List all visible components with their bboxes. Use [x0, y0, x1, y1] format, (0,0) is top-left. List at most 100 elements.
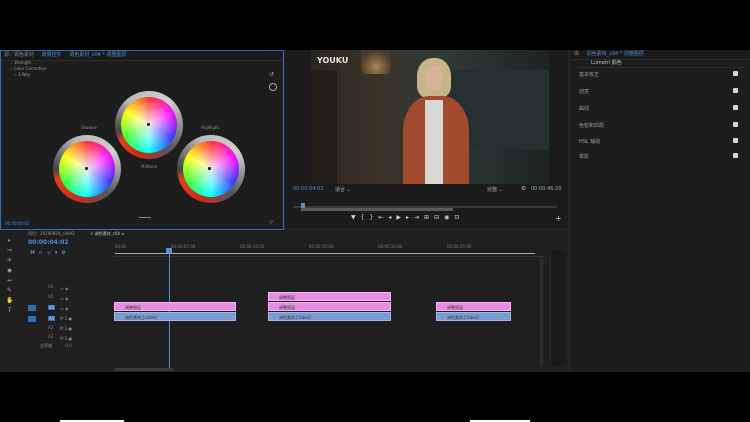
shadow-wheel-handle[interactable] — [85, 167, 88, 170]
adjustment-layer-clip-mid[interactable]: 调整图层 — [268, 302, 391, 311]
wrench-icon[interactable]: ⚙ — [521, 185, 526, 192]
basic-checkbox[interactable] — [733, 71, 738, 76]
timeline-tab[interactable]: × 调色素材_c04 ≡ — [90, 231, 125, 237]
fit-label: 适合 — [335, 187, 346, 193]
a3-controls[interactable]: M S ● — [60, 334, 72, 344]
track-v1-label[interactable]: V1 — [48, 305, 56, 310]
a1-controls[interactable]: M S ● — [60, 314, 72, 324]
go-to-in-icon[interactable]: ⇤ — [378, 214, 388, 221]
highlight-wheel[interactable] — [183, 141, 239, 197]
ec-scroll-indicator[interactable] — [139, 217, 151, 218]
video-clip-right[interactable]: 调色素材 [Video] — [436, 312, 511, 321]
curves-checkbox[interactable] — [733, 105, 738, 110]
razor-icon[interactable]: ◆ — [6, 267, 13, 274]
ripple-edit-icon[interactable]: ✛ — [6, 257, 13, 264]
track-v2-label[interactable]: V2 — [48, 294, 53, 299]
ec-row-3way: › 3-Way — [15, 72, 30, 77]
hsl-checkbox[interactable] — [733, 138, 738, 143]
vignette-checkbox[interactable] — [733, 153, 738, 158]
tab-library[interactable]: 库 — [571, 50, 582, 59]
timeline-timecode[interactable]: 00:00:04:02 — [28, 239, 69, 246]
effect-controls-panel: 源：调色素材 效果控件 调色素材_c04 * 调整图层 › Strength ›… — [0, 50, 284, 230]
adjustment-layer-clip-right[interactable]: 调整图层 — [436, 302, 511, 311]
track-a1-label[interactable]: A1 — [48, 316, 56, 321]
type-icon[interactable]: T — [6, 307, 13, 314]
toggle-icon[interactable]: › — [15, 72, 17, 77]
quality-dropdown[interactable]: 完整 ⌄ — [487, 186, 503, 193]
lumetri-section-creative[interactable]: 创意 — [579, 88, 589, 95]
hand-icon[interactable]: ✋ — [6, 297, 13, 304]
time-ruler[interactable]: 00:00 00:00:05:00 00:00:10:00 00:00:15:0… — [113, 244, 545, 257]
color-wheels-checkbox[interactable] — [733, 122, 738, 127]
ec-filter-icon[interactable]: ▽ — [269, 220, 273, 226]
reset-icon[interactable]: ↺ — [269, 71, 274, 78]
settings-icon[interactable]: ⊡ — [454, 214, 464, 221]
snap-icon[interactable]: ∩ — [39, 250, 47, 256]
shadow-wheel-ring[interactable] — [53, 135, 121, 203]
tab-lumetri-clip[interactable]: 调色素材_c04 * 调整图层 — [584, 50, 647, 59]
track-select-icon[interactable]: ⇒ — [6, 247, 13, 254]
play-icon[interactable]: ▶ — [396, 214, 406, 221]
video-clip-mid[interactable]: 调色素材 [Video] — [268, 312, 391, 321]
highlight-wheel-ring[interactable] — [177, 135, 245, 203]
mark-out-icon[interactable]: } — [369, 214, 378, 221]
linked-icon[interactable]: ∞ — [47, 250, 55, 256]
playhead-handle[interactable] — [166, 248, 172, 253]
creative-checkbox[interactable] — [733, 88, 738, 93]
camera-icon[interactable]: ◉ — [444, 214, 454, 221]
video-clip-left[interactable]: 调色素材_[video] — [114, 312, 236, 321]
fit-dropdown[interactable]: 适合 ⌄ — [335, 186, 351, 193]
go-to-out-icon[interactable]: ⇥ — [414, 214, 424, 221]
quality-label: 完整 — [487, 187, 498, 193]
work-area-bar[interactable] — [115, 253, 535, 254]
track-v3-label[interactable]: V3 — [48, 284, 53, 289]
monitor-current-time[interactable]: 00:00:04:02 — [293, 186, 324, 192]
adjustment-layer-clip-left[interactable]: 调整图层 — [114, 302, 236, 311]
extract-icon[interactable]: ⊟ — [434, 214, 444, 221]
step-forward-icon[interactable]: ▸ — [406, 214, 414, 221]
nest-icon[interactable]: ⌘ — [30, 250, 39, 256]
midtone-wheel-ring[interactable] — [115, 91, 183, 159]
tab-effect-controls[interactable]: 效果控件 — [39, 51, 65, 60]
track-a2-label[interactable]: A2 — [48, 325, 53, 330]
timeline-h-scrollbar[interactable] — [114, 368, 174, 371]
adjustment-layer-clip-mid-top[interactable]: 调整图层 — [268, 292, 391, 301]
in-out-range[interactable] — [301, 208, 453, 211]
lumetri-section-color-wheels[interactable]: 色轮和匹配 — [579, 122, 604, 129]
toggle-icon[interactable]: › — [11, 66, 13, 71]
source-a1-patch[interactable] — [28, 316, 36, 322]
wrench-icon[interactable]: ⚙ — [61, 250, 69, 256]
highlight-wheel-handle[interactable] — [208, 167, 211, 170]
ruler-tick-label: 00:00 — [115, 244, 127, 249]
add-button[interactable]: + — [555, 214, 562, 223]
timeline-v-scrollbar[interactable] — [540, 256, 543, 366]
track-toggle-icons: ▭ ◉ ▭ ◉ ▭ ◉ M S ● M S ● M S ● — [60, 284, 72, 344]
source-v1-patch[interactable] — [28, 305, 36, 311]
lift-icon[interactable]: ⊞ — [424, 214, 434, 221]
lumetri-section-hsl[interactable]: HSL 辅助 — [579, 138, 600, 145]
selection-tool-icon[interactable]: ▸ — [6, 237, 13, 244]
pen-icon[interactable]: ✎ — [6, 287, 13, 294]
v3-controls[interactable]: ▭ ◉ — [60, 284, 72, 294]
a2-controls[interactable]: M S ● — [60, 324, 72, 334]
track-a3-label[interactable]: A3 — [48, 334, 53, 339]
tab-source[interactable]: 源：调色素材 — [1, 51, 37, 60]
timeline-toolbar: ⌘∩∞▾⚙ — [30, 250, 70, 256]
v2-controls[interactable]: ▭ ◉ — [60, 294, 72, 304]
lumetri-section-curves[interactable]: 曲线 — [579, 105, 589, 112]
toggle-icon[interactable]: › — [11, 60, 13, 65]
slip-icon[interactable]: ↔ — [6, 277, 13, 284]
ec-row-strength: › Strength — [11, 60, 31, 65]
settings-circle-icon[interactable] — [269, 83, 277, 91]
add-marker-icon[interactable]: ▼ — [351, 214, 361, 221]
project-tab[interactable]: 项目：20190924_c4a92 — [28, 231, 75, 237]
close-icon[interactable]: × — [90, 231, 93, 236]
menu-icon[interactable]: ≡ — [121, 231, 124, 236]
lumetri-section-vignette[interactable]: 晕影 — [579, 153, 589, 160]
v1-controls[interactable]: ▭ ◉ — [60, 304, 72, 314]
midtone-wheel-handle[interactable] — [147, 123, 150, 126]
tab-sequence-clip[interactable]: 调色素材_c04 * 调整图层 — [66, 51, 129, 60]
ec-timecode[interactable]: 00:00:04:02 — [5, 221, 29, 226]
lumetri-dropdown[interactable]: Lumetri 颜色 — [591, 59, 622, 66]
lumetri-section-basic[interactable]: 基本校正 — [579, 71, 599, 78]
